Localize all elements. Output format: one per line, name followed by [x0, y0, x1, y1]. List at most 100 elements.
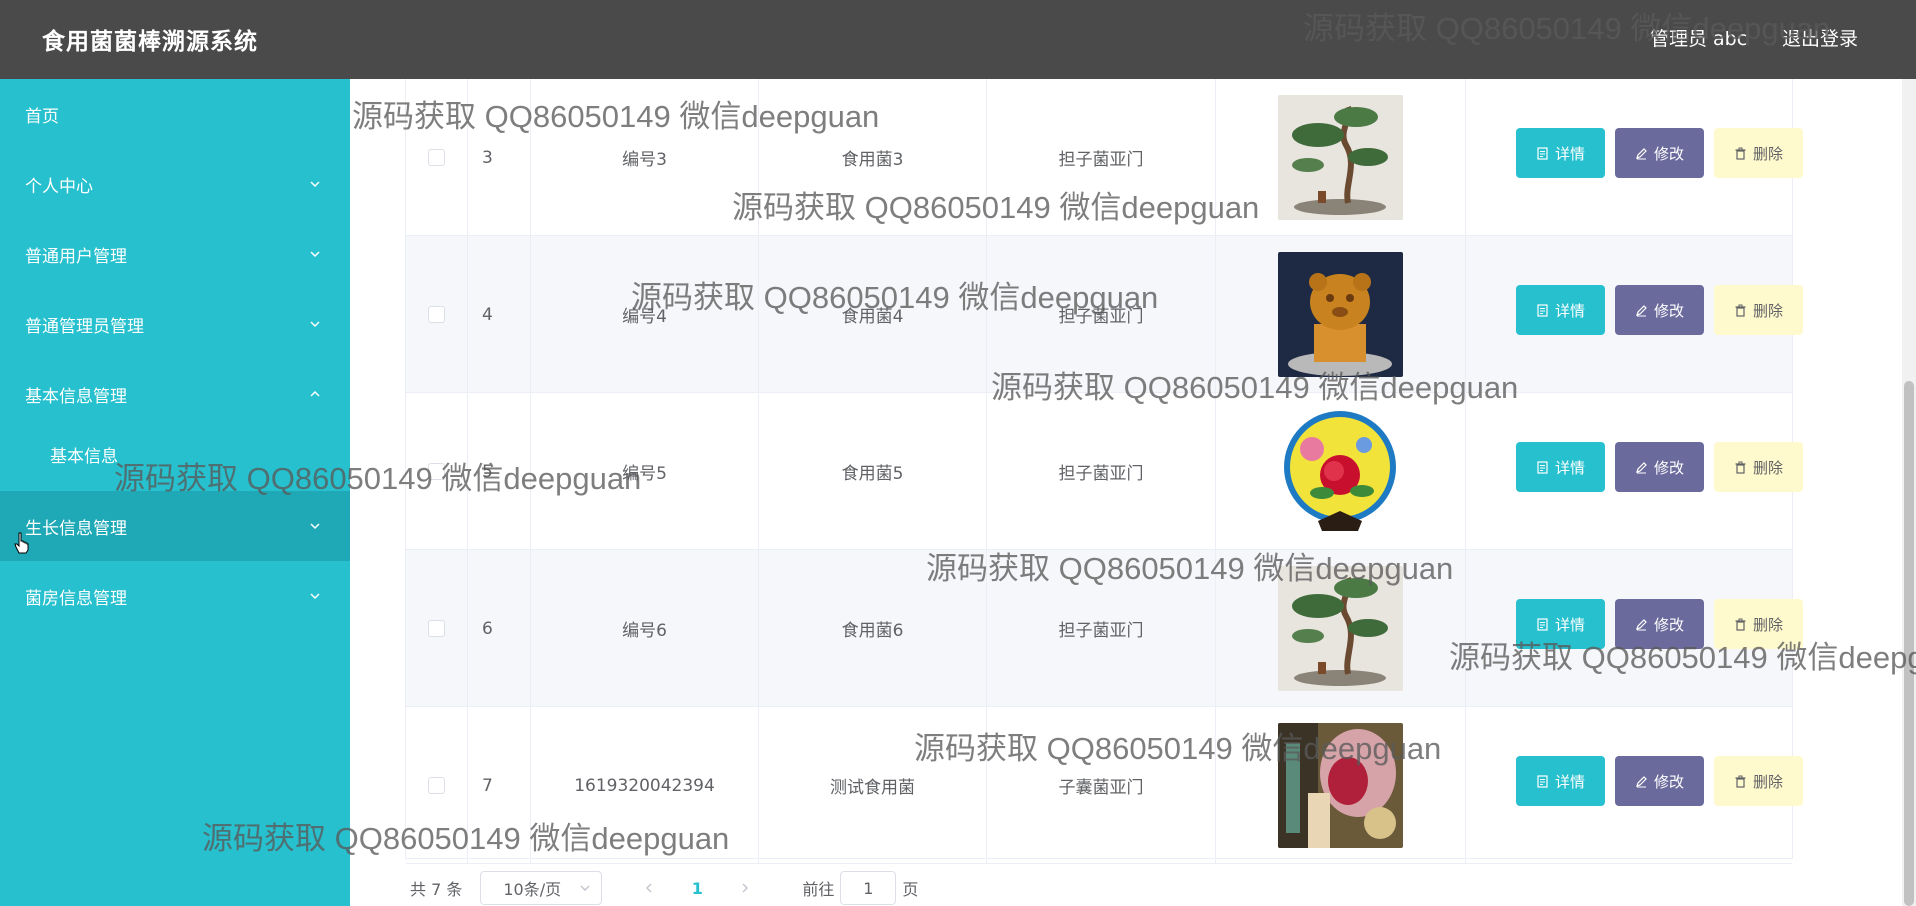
row-image-cell	[1216, 236, 1466, 393]
page-number-current[interactable]: 1	[680, 871, 714, 905]
pagination: 共 7 条 10条/页 1 前往 页	[410, 871, 918, 905]
sidebar-item-personal-center[interactable]: 个人中心	[0, 149, 350, 219]
pencil-icon	[1635, 147, 1648, 160]
bonsai-pine-image	[1278, 566, 1403, 691]
row-actions: 详情 修改 删除	[1466, 236, 1803, 393]
detail-button[interactable]: 详情	[1516, 756, 1605, 806]
delete-label: 删除	[1752, 144, 1783, 163]
row-code: 编号5	[531, 393, 759, 550]
row-checkbox[interactable]	[428, 463, 445, 480]
hand-cursor-icon	[14, 532, 30, 554]
row-image-cell	[1216, 550, 1466, 707]
page-size-select[interactable]: 10条/页	[480, 871, 603, 905]
row-classification: 担子菌亚门	[987, 236, 1216, 393]
chevron-down-icon	[579, 882, 591, 894]
chevron-right-icon	[742, 883, 749, 893]
detail-label: 详情	[1554, 144, 1585, 163]
row-actions: 详情 修改 删除	[1466, 79, 1803, 236]
sidebar-item-label: 个人中心	[25, 176, 93, 197]
delete-button[interactable]: 删除	[1714, 285, 1803, 335]
chevron-down-icon	[308, 247, 322, 261]
edit-button[interactable]: 修改	[1615, 128, 1704, 178]
abstract-photo-image	[1278, 723, 1403, 848]
trash-icon	[1734, 775, 1747, 788]
chevron-up-icon	[308, 387, 322, 401]
row-checkbox[interactable]	[428, 777, 445, 794]
table-row: 6 编号6 食用菌6 担子菌亚门 详情 修改 删除	[406, 550, 1803, 707]
row-checkbox-cell	[406, 79, 468, 236]
trash-icon	[1734, 618, 1747, 631]
peony-plate-image	[1278, 409, 1403, 534]
row-code: 1619320042394	[531, 707, 759, 864]
row-checkbox-cell	[406, 707, 468, 864]
sidebar: 首页 个人中心 普通用户管理 普通管理员管理 基本信息管理 基本信息 生长信息管…	[0, 79, 350, 906]
row-checkbox[interactable]	[428, 149, 445, 166]
edit-button[interactable]: 修改	[1615, 756, 1704, 806]
row-name: 食用菌4	[759, 236, 987, 393]
data-table: 3 编号3 食用菌3 担子菌亚门 详情 修改 删除 4 编号4 食用菌4 担子菌…	[405, 79, 1803, 864]
pagination-total: 共 7 条	[410, 880, 463, 899]
detail-label: 详情	[1554, 458, 1585, 477]
row-index: 4	[468, 236, 531, 393]
chevron-left-icon	[646, 883, 652, 893]
document-icon	[1536, 617, 1549, 631]
detail-label: 详情	[1554, 615, 1585, 634]
row-index: 3	[468, 79, 531, 236]
vertical-scrollbar-thumb[interactable]	[1904, 381, 1914, 906]
next-page-button[interactable]	[728, 871, 762, 905]
sidebar-item-label: 基本信息管理	[25, 386, 127, 407]
table-row: 7 1619320042394 测试食用菌 子囊菌亚门 详情 修改 删除	[406, 707, 1803, 864]
detail-button[interactable]: 详情	[1516, 442, 1605, 492]
sidebar-item-label: 普通管理员管理	[25, 316, 144, 337]
delete-button[interactable]: 删除	[1714, 756, 1803, 806]
delete-button[interactable]: 删除	[1714, 599, 1803, 649]
sidebar-subitem-basic-info[interactable]: 基本信息	[0, 425, 350, 483]
pencil-icon	[1635, 775, 1648, 788]
sidebar-item-mushroom-room-management[interactable]: 菌房信息管理	[0, 561, 350, 631]
pencil-icon	[1635, 618, 1648, 631]
edit-label: 修改	[1653, 458, 1684, 477]
page-size-value: 10条/页	[503, 880, 562, 899]
table-row: 5 编号5 食用菌5 担子菌亚门 详情 修改 删除	[406, 393, 1803, 550]
row-image-cell	[1216, 79, 1466, 236]
table-row: 4 编号4 食用菌4 担子菌亚门 详情 修改 删除	[406, 236, 1803, 393]
edit-label: 修改	[1653, 772, 1684, 791]
sidebar-item-basic-info-management[interactable]: 基本信息管理	[0, 359, 350, 429]
detail-label: 详情	[1554, 772, 1585, 791]
trash-icon	[1734, 461, 1747, 474]
logout-link[interactable]: 退出登录	[1782, 24, 1858, 51]
row-actions: 详情 修改 删除	[1466, 550, 1803, 707]
sidebar-item-home[interactable]: 首页	[0, 79, 350, 149]
edit-button[interactable]: 修改	[1615, 442, 1704, 492]
delete-label: 删除	[1752, 615, 1783, 634]
delete-button[interactable]: 删除	[1714, 442, 1803, 492]
sidebar-item-label: 菌房信息管理	[25, 588, 127, 609]
edit-button[interactable]: 修改	[1615, 599, 1704, 649]
prev-page-button[interactable]	[632, 871, 666, 905]
detail-button[interactable]: 详情	[1516, 285, 1605, 335]
row-code: 编号6	[531, 550, 759, 707]
detail-button[interactable]: 详情	[1516, 599, 1605, 649]
sidebar-item-growth-info-management[interactable]: 生长信息管理	[0, 491, 350, 561]
sidebar-item-label: 基本信息	[50, 446, 118, 467]
detail-button[interactable]: 详情	[1516, 128, 1605, 178]
goto-page-input[interactable]	[840, 871, 897, 905]
chevron-down-icon	[308, 519, 322, 533]
sidebar-item-user-management[interactable]: 普通用户管理	[0, 219, 350, 289]
row-classification: 担子菌亚门	[987, 550, 1216, 707]
sidebar-item-label: 普通用户管理	[25, 246, 127, 267]
row-checkbox[interactable]	[428, 620, 445, 637]
lion-seal-image	[1278, 252, 1403, 377]
row-checkbox[interactable]	[428, 306, 445, 323]
delete-button[interactable]: 删除	[1714, 128, 1803, 178]
trash-icon	[1734, 147, 1747, 160]
chevron-down-icon	[308, 177, 322, 191]
goto-label: 前往	[802, 880, 835, 899]
sidebar-item-admin-management[interactable]: 普通管理员管理	[0, 289, 350, 359]
document-icon	[1536, 774, 1549, 788]
edit-button[interactable]: 修改	[1615, 285, 1704, 335]
edit-label: 修改	[1653, 615, 1684, 634]
row-index: 5	[468, 393, 531, 550]
row-index: 7	[468, 707, 531, 864]
sidebar-item-label: 首页	[25, 106, 59, 127]
